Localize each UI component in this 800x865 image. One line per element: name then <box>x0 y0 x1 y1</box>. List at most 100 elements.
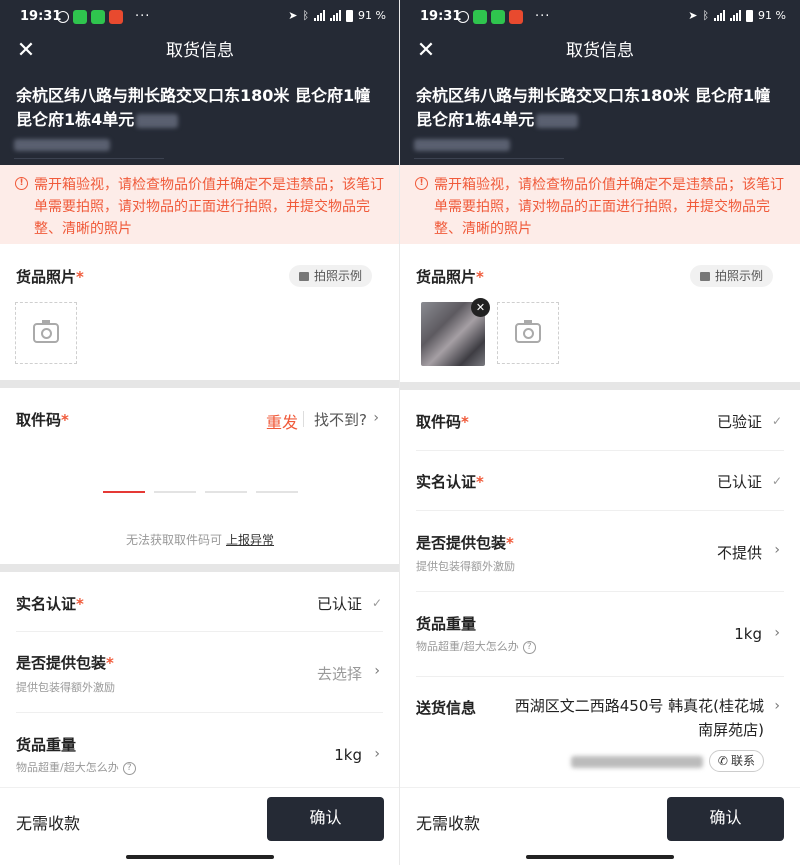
page-title: 取货信息 <box>166 41 234 61</box>
bluetooth-icon: ᛒ <box>702 9 710 22</box>
alarm-icon <box>457 10 469 23</box>
packaging-row[interactable]: 是否提供包装* 提供包装得额外激励 不提供 › <box>400 511 800 591</box>
header: 19:31 ··· ➤ ᛒ 91 % ✕ 取货信息 余杭区纬八路与荆长路交叉口东… <box>400 0 800 165</box>
photo-label: 货品照片* <box>416 268 484 286</box>
confirm-button[interactable]: 确认 <box>267 797 384 841</box>
real-name-row[interactable]: 实名认证* 已认证 ✓ <box>400 451 800 511</box>
battery-icon <box>346 9 354 22</box>
help-icon: ? <box>522 640 536 654</box>
not-found-link[interactable]: 找不到? <box>314 409 367 430</box>
warning-banner: ! 需开箱验视，请检查物品价值并确定不是违禁品；该笔订单需要拍照，请对物品的正面… <box>0 165 399 244</box>
warning-banner: ! 需开箱验视，请检查物品价值并确定不是违禁品；该笔订单需要拍照，请对物品的正面… <box>400 165 800 244</box>
warning-icon: ! <box>415 177 428 190</box>
weight-value: 1kg <box>334 746 362 764</box>
confirm-button[interactable]: 确认 <box>667 797 784 841</box>
status-time: 19:31 <box>20 9 62 24</box>
signal-icon-2 <box>330 10 342 21</box>
chevron-right-icon: › <box>374 663 380 679</box>
divider <box>14 158 164 159</box>
real-name-label: 实名认证* <box>16 595 84 613</box>
report-issue-link[interactable]: 上报异常 <box>226 533 274 547</box>
phone-icon <box>491 9 505 24</box>
chevron-right-icon: › <box>774 542 780 558</box>
packaging-subtitle: 提供包装得额外激励 <box>16 681 115 694</box>
home-indicator[interactable] <box>126 855 274 859</box>
status-time: 19:31 <box>420 9 462 24</box>
no-payment-label: 无需收款 <box>416 814 481 833</box>
weight-help[interactable]: 物品超重/超大怎么办? <box>16 759 136 775</box>
chevron-right-icon: › <box>373 410 379 426</box>
system-status: ➤ ᛒ 91 % <box>688 9 786 22</box>
status-bar: 19:31 ··· ➤ ᛒ 91 % <box>400 0 800 34</box>
real-name-value: 已认证 <box>716 473 762 491</box>
phone-icon <box>91 9 105 24</box>
pickup-code-row[interactable]: 取件码* 已验证 ✓ <box>400 390 800 450</box>
contact-button[interactable]: ✆ 联系 <box>708 750 764 772</box>
add-photo-button[interactable] <box>497 302 559 364</box>
more-notifications-icon: ··· <box>535 9 551 24</box>
screen-right: 19:31 ··· ➤ ᛒ 91 % ✕ 取货信息 余杭区纬八路与荆长路交叉口东… <box>400 0 800 865</box>
camera-icon <box>515 320 541 343</box>
pickup-code-value: 已验证 <box>716 413 762 431</box>
packaging-label: 是否提供包装* <box>416 534 514 552</box>
pickup-address: 余杭区纬八路与荆长路交叉口东180米 昆仑府1幢 昆仑府1栋4单元 <box>16 86 371 129</box>
status-bar: 19:31 ··· ➤ ᛒ 91 % <box>0 0 399 34</box>
photo-label: 货品照片* <box>16 268 84 286</box>
help-icon: ? <box>122 761 136 775</box>
masked-contact <box>571 756 703 768</box>
phone-call-icon: ✆ <box>717 754 728 768</box>
app-icon <box>109 9 123 24</box>
report-row: 无法获取取件码可 上报异常 <box>125 533 275 547</box>
wechat-icon <box>473 9 487 24</box>
packaging-subtitle: 提供包装得额外激励 <box>416 560 515 573</box>
signal-icon-2 <box>730 10 742 21</box>
photo-sample-button[interactable]: 拍照示例 <box>288 265 372 287</box>
weight-value: 1kg <box>734 625 762 643</box>
bottom-bar: 无需收款 确认 <box>0 787 399 865</box>
masked-text <box>136 113 179 128</box>
section-divider <box>0 564 399 572</box>
page-title: 取货信息 <box>566 41 634 61</box>
camera-icon <box>33 320 59 343</box>
app-icon <box>509 9 523 24</box>
system-status: ➤ ᛒ 91 % <box>288 9 386 22</box>
weight-row[interactable]: 货品重量 物品超重/超大怎么办? 1kg › <box>400 592 800 676</box>
chevron-right-icon: › <box>774 698 780 714</box>
section-divider <box>0 380 399 388</box>
remove-photo-icon[interactable]: ✕ <box>471 298 490 317</box>
photo-sample-button[interactable]: 拍照示例 <box>689 265 773 287</box>
separator <box>303 411 304 427</box>
real-name-label: 实名认证* <box>416 473 484 491</box>
more-notifications-icon: ··· <box>135 9 151 24</box>
check-icon: ✓ <box>771 414 782 428</box>
signal-icon <box>714 10 726 21</box>
packaging-row[interactable]: 是否提供包装* 提供包装得额外激励 去选择 › <box>0 632 399 712</box>
battery-icon <box>746 9 754 22</box>
pickup-code-label: 取件码* <box>16 411 69 429</box>
bluetooth-icon: ᛒ <box>302 9 310 22</box>
battery-level: 91 % <box>358 9 386 22</box>
location-icon: ➤ <box>288 9 298 22</box>
pickup-code-label: 取件码* <box>416 413 469 431</box>
weight-row[interactable]: 货品重量 物品超重/超大怎么办? 1kg › <box>0 713 399 785</box>
code-slot <box>103 491 145 493</box>
image-icon <box>699 271 710 281</box>
section-divider <box>400 382 800 390</box>
masked-text <box>536 113 579 128</box>
home-indicator[interactable] <box>526 855 674 859</box>
location-icon: ➤ <box>688 9 698 22</box>
add-photo-button[interactable] <box>15 302 77 364</box>
delivery-address: 西湖区文二西路450号 韩真花(桂花城南屏苑店) <box>514 697 764 739</box>
resend-button[interactable]: 重发 <box>266 409 298 433</box>
no-payment-label: 无需收款 <box>16 814 81 833</box>
pickup-code-input[interactable] <box>103 491 298 493</box>
weight-label: 货品重量 <box>16 736 77 754</box>
wechat-icon <box>73 9 87 24</box>
code-slot <box>205 491 247 493</box>
real-name-row[interactable]: 实名认证* 已认证 ✓ <box>0 572 399 632</box>
check-icon: ✓ <box>771 474 782 488</box>
weight-label: 货品重量 <box>416 615 477 633</box>
screen-left: 19:31 ··· ➤ ᛒ 91 % ✕ 取货信息 余杭区纬八路与荆长路交叉口东… <box>0 0 400 865</box>
weight-help[interactable]: 物品超重/超大怎么办? <box>416 638 536 654</box>
bottom-bar: 无需收款 确认 <box>400 787 800 865</box>
